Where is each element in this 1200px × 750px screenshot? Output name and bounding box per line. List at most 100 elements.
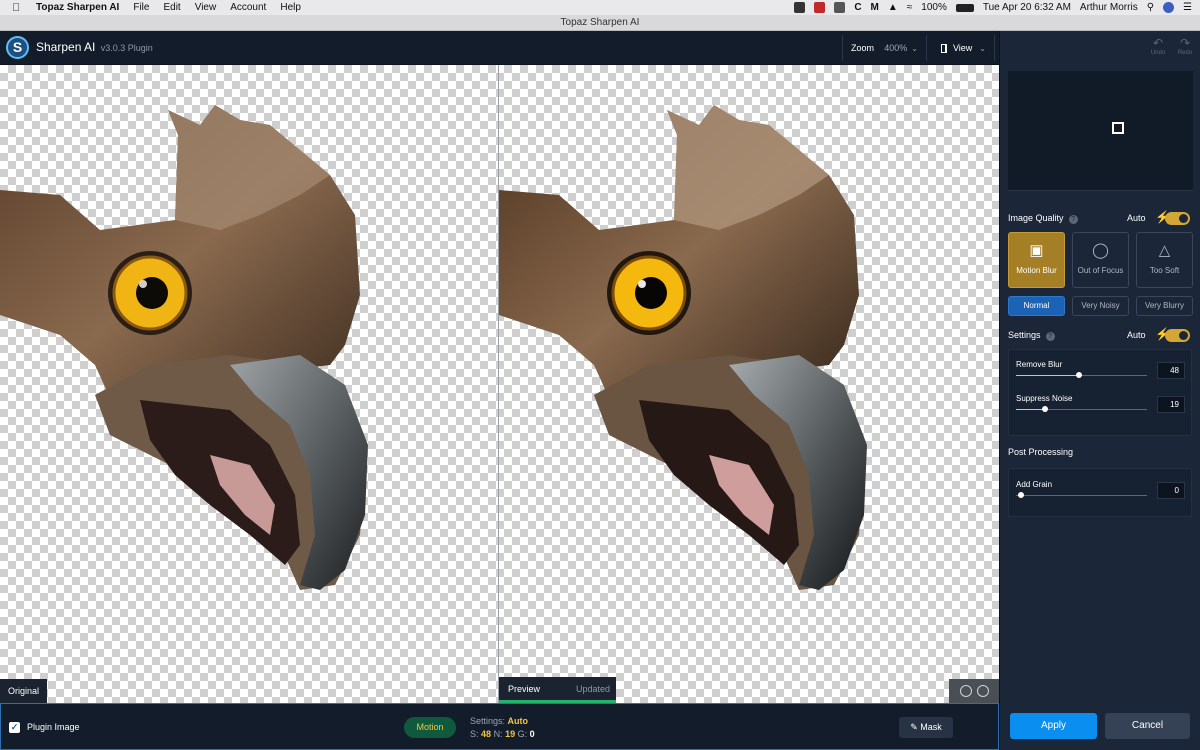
menubar-datetime[interactable]: Tue Apr 20 6:32 AM (983, 2, 1071, 13)
view-dropdown[interactable]: View ⌄ (933, 35, 995, 61)
settings-summary-label: Settings: (470, 716, 506, 726)
remove-blur-handle[interactable] (1075, 372, 1082, 378)
app-header: S Sharpen AI v3.0.3 Plugin Zoom 400% ⌄ V… (0, 31, 999, 65)
osprey-head-preview (499, 105, 867, 590)
undo-button[interactable]: ↶ Undo (1148, 37, 1168, 57)
menu-file[interactable]: File (133, 2, 149, 13)
suppress-noise-slider[interactable] (1016, 406, 1147, 412)
add-grain-input[interactable]: 0 (1157, 482, 1185, 499)
drop-icon: △ (1158, 242, 1171, 259)
remove-blur-slider[interactable] (1016, 372, 1147, 378)
face-icon[interactable] (959, 685, 972, 697)
model-badge[interactable]: Motion (404, 717, 456, 738)
undo-label: Undo (1150, 50, 1166, 56)
preview-label: Preview (508, 684, 541, 694)
zoom-label: Zoom (851, 43, 875, 53)
mode-out-of-focus-label: Out of Focus (1077, 266, 1124, 275)
chevron-down-icon: ⌄ (911, 43, 918, 53)
menu-view[interactable]: View (195, 2, 217, 13)
plugin-image-checkbox[interactable]: ✓ (9, 722, 20, 733)
settings-auto-label: Auto (1127, 330, 1146, 340)
status-s-icon[interactable] (834, 2, 846, 13)
face-refine-icon[interactable] (976, 685, 989, 697)
apple-icon[interactable]:  (12, 2, 26, 14)
redo-icon: ↷ (1179, 36, 1191, 50)
window-titlebar: Topaz Sharpen AI (0, 15, 1200, 31)
remove-blur-input[interactable]: 48 (1157, 362, 1185, 379)
suppress-noise-handle[interactable] (1041, 406, 1048, 412)
osprey-head-original (0, 105, 368, 590)
camera-shake-icon: ▣ (1029, 242, 1044, 259)
battery-icon[interactable] (955, 3, 974, 12)
brush-icon: ✎ (910, 722, 918, 732)
original-label: Original (0, 679, 47, 703)
add-grain-handle[interactable] (1018, 492, 1025, 498)
apply-button[interactable]: Apply (1010, 713, 1097, 739)
preview-label-box: Preview Updated (499, 677, 616, 703)
noise-very-noisy[interactable]: Very Noisy (1072, 296, 1129, 316)
noise-normal[interactable]: Normal (1008, 296, 1065, 316)
spotlight-icon[interactable]: ⚲ (1147, 2, 1154, 13)
navigator-viewport[interactable] (1112, 122, 1124, 134)
suppress-noise-label: Suppress Noise (1016, 394, 1073, 403)
split-divider[interactable] (498, 65, 499, 703)
status-record-icon[interactable] (814, 2, 826, 13)
status-m-icon[interactable]: M (871, 2, 879, 13)
wifi-icon[interactable]: ≈ (907, 2, 913, 13)
image-quality-auto-label: Auto (1127, 213, 1146, 223)
status-app-icon[interactable] (794, 2, 806, 13)
add-grain-label: Add Grain (1016, 480, 1053, 489)
face-toggle[interactable] (949, 679, 999, 703)
noise-very-blurry[interactable]: Very Blurry (1136, 296, 1193, 316)
redo-button[interactable]: ↷ Redo (1175, 36, 1195, 57)
navigator-thumbnail[interactable] (1008, 71, 1193, 191)
settings-summary: Settings: Auto S: 48 N: 19 G: 0 (470, 715, 535, 741)
remove-blur-label: Remove Blur (1016, 360, 1063, 369)
s-label: S: (470, 729, 479, 739)
control-center-icon[interactable]: ☰ (1183, 2, 1192, 13)
right-panel: ↶ Undo ↷ Redo Image Quality? Auto ⚡ ▣ Mo… (999, 31, 1200, 750)
plugin-image-label: Plugin Image (27, 722, 80, 732)
settings-label: Settings (1008, 330, 1041, 340)
menu-account[interactable]: Account (230, 2, 266, 13)
mode-too-soft-label: Too Soft (1149, 266, 1180, 275)
settings-summary-value: Auto (507, 716, 529, 726)
suppress-noise-input[interactable]: 19 (1157, 396, 1185, 413)
menu-edit[interactable]: Edit (163, 2, 180, 13)
remove-blur-fill (1016, 375, 1079, 376)
help-icon[interactable]: ? (1045, 332, 1055, 341)
battery-percent: 100% (921, 2, 947, 13)
updated-label: Updated (576, 684, 611, 694)
image-quality-auto-toggle[interactable] (1165, 212, 1190, 225)
menubar-user[interactable]: Arthur Morris (1080, 2, 1138, 13)
mask-label: Mask (920, 722, 942, 732)
mask-button[interactable]: ✎ Mask (899, 717, 953, 738)
status-a-icon[interactable]: ▲ (888, 2, 898, 13)
add-grain-slider[interactable] (1016, 492, 1147, 498)
status-c-icon[interactable]: C (854, 2, 861, 13)
mode-too-soft[interactable]: △ Too Soft (1136, 232, 1193, 288)
g-label: G: (517, 729, 528, 739)
image-canvas[interactable]: Original Preview Updated (0, 65, 999, 703)
menu-app-name[interactable]: Topaz Sharpen AI (36, 2, 119, 13)
mode-motion-blur-label: Motion Blur (1016, 266, 1057, 275)
help-icon[interactable]: ? (1068, 215, 1078, 224)
mode-motion-blur[interactable]: ▣ Motion Blur (1008, 232, 1065, 288)
settings-auto-toggle[interactable] (1165, 329, 1190, 342)
menu-help[interactable]: Help (280, 2, 301, 13)
chevron-down-icon: ⌄ (979, 43, 986, 53)
view-label: View (952, 43, 973, 53)
zoom-dropdown[interactable]: Zoom 400% ⌄ (842, 35, 927, 61)
original-image[interactable] (0, 65, 498, 703)
siri-icon[interactable] (1163, 2, 1175, 13)
app-name: Sharpen AI (36, 40, 96, 54)
focus-person-icon: ◯ (1092, 242, 1109, 259)
image-quality-label: Image Quality (1008, 213, 1064, 223)
n-label: N: (493, 729, 503, 739)
mode-out-of-focus[interactable]: ◯ Out of Focus (1072, 232, 1129, 288)
preview-image[interactable] (499, 65, 997, 703)
split-view-icon (941, 43, 947, 53)
cancel-button[interactable]: Cancel (1105, 713, 1190, 739)
zoom-value: 400% (884, 43, 908, 53)
bottom-bar: ✓ Plugin Image Motion Settings: Auto S: … (0, 703, 999, 750)
